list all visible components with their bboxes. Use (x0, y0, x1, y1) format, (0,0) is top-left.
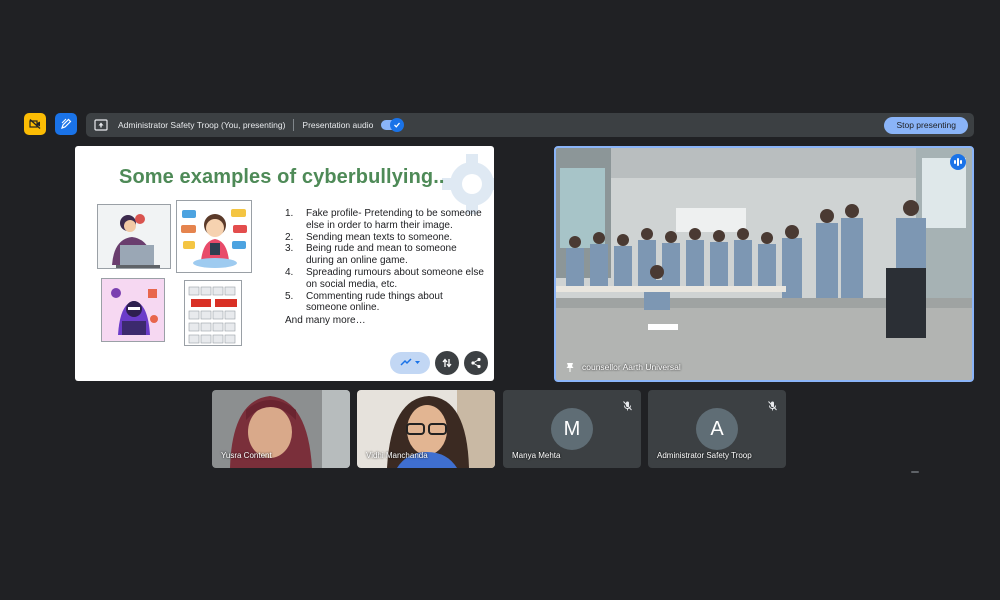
presented-slide: Some examples of cyberbullying.. 1. Fake… (75, 146, 494, 381)
avatar: M (551, 408, 593, 450)
chevron-down-icon (415, 361, 420, 364)
presentation-audio-label: Presentation audio (302, 120, 374, 130)
present-screen-icon (94, 119, 108, 131)
list-item: 4. Spreading rumours about someone else o… (285, 266, 484, 290)
participant-tile[interactable]: Yusra Content (212, 390, 350, 468)
camera-off-icon (29, 119, 41, 129)
cyberbullying-illustration-laptop (97, 204, 171, 269)
cyberbullying-examples-list: 1. Fake profile- Pretending to be someone… (285, 208, 485, 327)
participant-tile[interactable]: M Manya Mehta (503, 390, 641, 468)
share-icon (471, 357, 481, 369)
cyberbullying-illustration-keyboard (184, 280, 242, 346)
camera-toggle-button[interactable] (24, 113, 46, 135)
participant-name: counsellor Aarth Universal (566, 362, 681, 372)
participant-tile[interactable]: A Administrator Safety Troop (648, 390, 786, 468)
avatar: A (696, 408, 738, 450)
list-item: 5. Commenting rude things about someone o… (285, 290, 443, 314)
swap-icon (442, 358, 452, 368)
slide-title: Some examples of cyberbullying.. (119, 166, 445, 188)
presenting-bar: Administrator Safety Troop (You, present… (86, 113, 974, 137)
presenter-label: Administrator Safety Troop (You, present… (118, 120, 286, 130)
share-button[interactable] (464, 351, 488, 375)
presentation-audio-toggle[interactable] (381, 118, 405, 132)
list-item: 3. Being rude and mean to someone during … (285, 243, 457, 267)
swap-view-button[interactable] (435, 351, 459, 375)
divider (293, 119, 295, 131)
list-item: 2. Sending mean texts to someone. (285, 231, 453, 243)
pin-icon (566, 363, 574, 372)
classroom-video (556, 148, 972, 380)
annotate-button[interactable] (55, 113, 77, 135)
reactions-button[interactable] (390, 352, 430, 374)
participant-name: Manya Mehta (512, 451, 561, 460)
list-footer: And many more… (285, 315, 366, 327)
reactions-icon (400, 358, 412, 366)
cyberbullying-illustration-phone (176, 200, 252, 273)
check-icon (390, 118, 405, 132)
pen-icon (61, 118, 72, 129)
mic-off-icon (768, 398, 777, 416)
participant-tile[interactable]: Vidhi Manchanda (357, 390, 495, 468)
page-indicator (911, 471, 919, 473)
speaking-indicator (950, 154, 966, 170)
list-item: 1. Fake profile- Pretending to be someone… (285, 208, 482, 231)
audio-levels-icon (954, 158, 962, 166)
stop-presenting-button[interactable]: Stop presenting (884, 116, 968, 134)
slide-controls (390, 351, 488, 375)
cyberbullying-illustration-hacker (101, 278, 165, 342)
main-camera-tile[interactable]: counsellor Aarth Universal (554, 146, 974, 382)
participant-name: Yusra Content (221, 451, 272, 460)
participant-name: Vidhi Manchanda (366, 451, 428, 460)
participant-name: Administrator Safety Troop (657, 451, 752, 460)
mic-off-icon (623, 398, 632, 416)
